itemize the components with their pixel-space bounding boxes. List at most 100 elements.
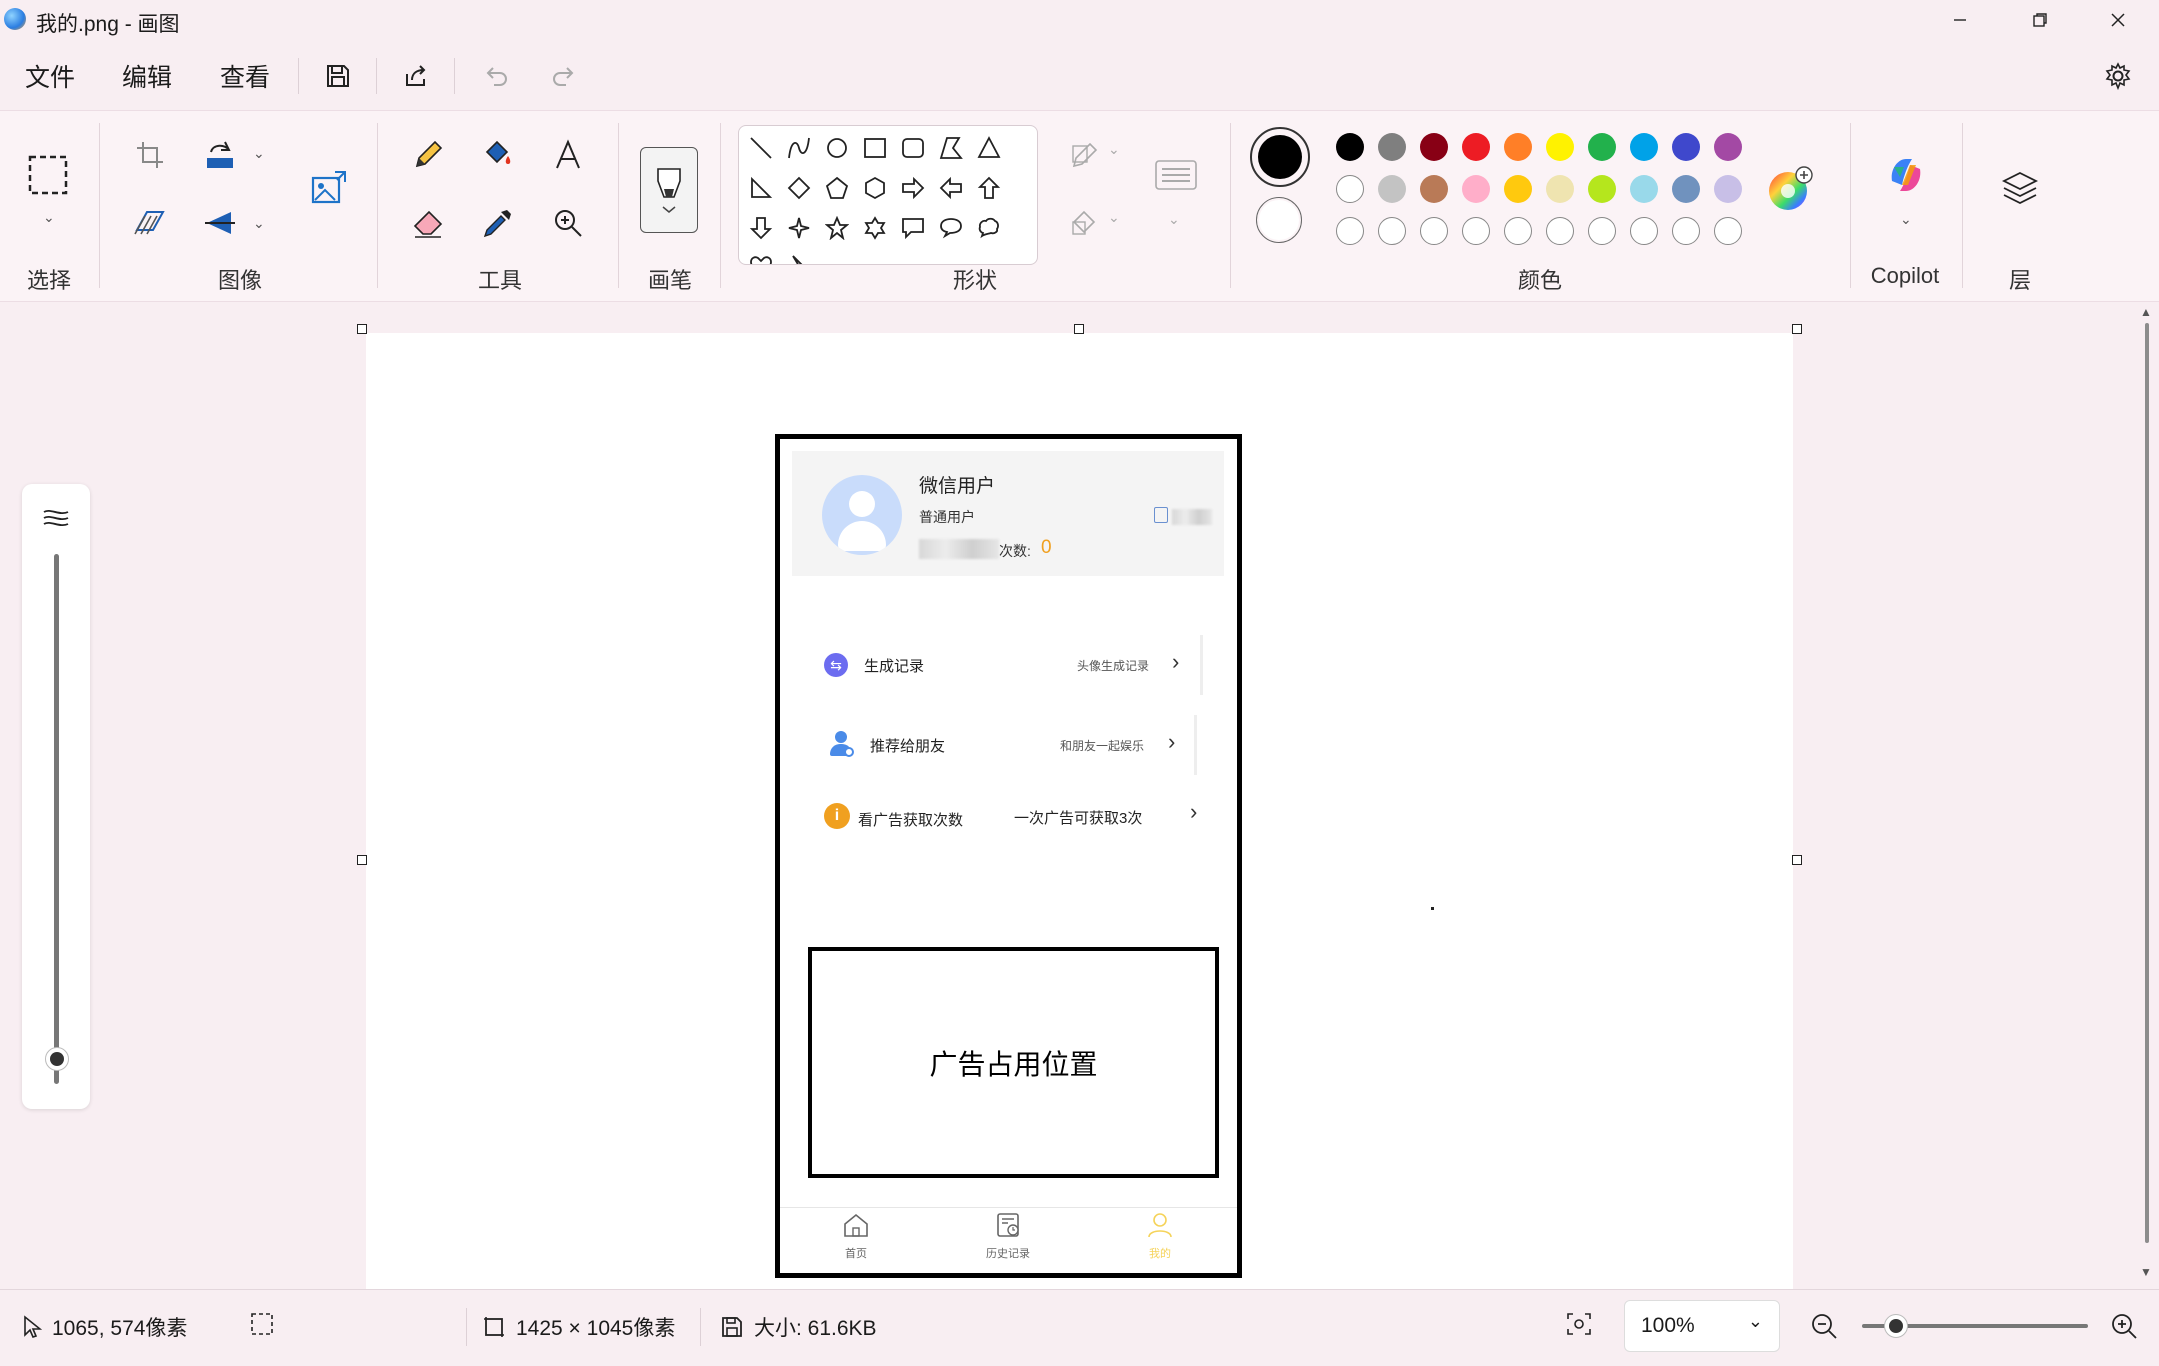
shape-size-button[interactable] [1148,147,1204,203]
image-effects-button[interactable] [300,161,356,217]
list-item-watch-ad[interactable]: i 看广告获取次数 一次广告可获取3次 › [792,787,1212,847]
up-arrow-shape[interactable] [973,172,1005,204]
color-swatch[interactable] [1378,133,1406,161]
hexagon-shape[interactable] [859,172,891,204]
text-tool-button[interactable] [540,127,596,183]
diamond-shape[interactable] [783,172,815,204]
size-slider-track[interactable] [54,554,59,1084]
color-swatch[interactable] [1672,175,1700,203]
custom-color-slot[interactable] [1420,217,1448,245]
minimize-button[interactable] [1920,0,2000,40]
color-swatch[interactable] [1420,175,1448,203]
custom-color-slot[interactable] [1504,217,1532,245]
rounded-rectangle-shape[interactable] [897,132,929,164]
resize-button[interactable] [122,195,178,251]
custom-color-slot[interactable] [1588,217,1616,245]
resize-handle-left[interactable] [357,855,367,865]
select-tool-button[interactable] [20,147,76,203]
tab-home[interactable]: 首页 [816,1212,896,1270]
layers-button[interactable] [1992,161,2048,217]
color-swatch[interactable] [1672,133,1700,161]
right-arrow-shape[interactable] [897,172,929,204]
custom-color-slot[interactable] [1462,217,1490,245]
six-point-star-shape[interactable] [859,212,891,244]
eraser-tool-button[interactable] [400,195,456,251]
rotate-button[interactable] [192,127,248,183]
zoom-in-button[interactable] [2110,1312,2138,1340]
menu-file[interactable]: 文件 [25,58,75,94]
scrollbar-thumb[interactable] [2145,323,2149,1243]
pentagon-shape[interactable] [821,172,853,204]
color-swatch[interactable] [1588,133,1616,161]
five-point-star-shape[interactable] [821,212,853,244]
fill-tool-button[interactable] [470,127,526,183]
color-picker-button[interactable] [470,195,526,251]
copilot-button[interactable] [1878,147,1934,203]
triangle-shape[interactable] [973,132,1005,164]
redo-button[interactable] [544,56,584,96]
outline-button[interactable]: ⌄ [1050,127,1120,183]
zoom-dropdown[interactable]: 100% ⌄ [1624,1300,1780,1352]
chevron-down-icon[interactable]: ⌄ [253,215,265,232]
right-triangle-shape[interactable] [745,172,777,204]
custom-color-slot[interactable] [1336,217,1364,245]
chevron-down-icon[interactable]: ⌄ [1900,211,1912,228]
custom-color-slot[interactable] [1630,217,1658,245]
color-swatch[interactable] [1336,175,1364,203]
chevron-down-icon[interactable]: ⌄ [43,209,55,226]
color-swatch[interactable] [1420,133,1448,161]
fill-button[interactable]: ⌄ [1050,195,1120,251]
line-shape[interactable] [745,132,777,164]
primary-color-button[interactable] [1250,127,1310,187]
copy-icon[interactable] [1154,507,1168,523]
share-button[interactable] [396,56,436,96]
color-swatch[interactable] [1504,133,1532,161]
custom-color-slot[interactable] [1714,217,1742,245]
pencil-tool-button[interactable] [400,127,456,183]
resize-handle-top[interactable] [1074,324,1084,334]
color-swatch[interactable] [1714,133,1742,161]
tab-history[interactable]: 历史记录 [968,1212,1048,1270]
vertical-scrollbar[interactable]: ▲ ▼ [2140,303,2154,1285]
polygon-shape[interactable] [935,132,967,164]
size-slider-thumb[interactable] [45,1047,69,1071]
rect-callout-shape[interactable] [897,212,929,244]
four-point-star-shape[interactable] [783,212,815,244]
rectangle-shape[interactable] [859,132,891,164]
brush-button[interactable] [640,147,698,233]
color-swatch[interactable] [1546,133,1574,161]
custom-color-slot[interactable] [1546,217,1574,245]
chevron-down-icon[interactable]: ⌄ [253,145,265,162]
resize-handle-right[interactable] [1792,855,1802,865]
zoom-out-button[interactable] [1810,1312,1838,1340]
magnifier-button[interactable] [540,195,596,251]
color-swatch[interactable] [1630,133,1658,161]
menu-view[interactable]: 查看 [220,58,270,94]
zoom-slider-thumb[interactable] [1884,1314,1908,1338]
color-swatch[interactable] [1336,133,1364,161]
resize-handle-top-left[interactable] [357,324,367,334]
crop-button[interactable] [122,127,178,183]
color-swatch[interactable] [1546,175,1574,203]
curve-shape[interactable] [783,132,815,164]
heart-shape[interactable] [745,250,777,264]
close-button[interactable] [2078,0,2158,40]
cloud-callout-shape[interactable] [973,212,1005,244]
menu-edit[interactable]: 编辑 [122,58,172,94]
undo-button[interactable] [476,56,516,96]
scroll-up-arrow-icon[interactable]: ▲ [2140,305,2152,319]
fit-to-window-button[interactable] [1566,1312,1592,1336]
maximize-button[interactable] [2000,0,2080,40]
color-swatch[interactable] [1588,175,1616,203]
edit-colors-button[interactable] [1762,161,1818,217]
down-arrow-shape[interactable] [745,212,777,244]
save-button[interactable] [318,56,358,96]
list-item-recommend-friend[interactable]: 推荐给朋友 和朋友一起娱乐 › [792,715,1212,775]
oval-callout-shape[interactable] [935,212,967,244]
custom-color-slot[interactable] [1378,217,1406,245]
drawing-canvas[interactable]: 微信用户 普通用户 次数: 0 ⇆ 生成记录 头像生成记录 › 推荐给朋友 和朋… [357,324,1802,1290]
flip-button[interactable] [192,195,248,251]
settings-button[interactable] [2098,56,2138,96]
tab-profile[interactable]: 我的 [1120,1212,1200,1270]
lightning-shape[interactable] [783,250,815,264]
